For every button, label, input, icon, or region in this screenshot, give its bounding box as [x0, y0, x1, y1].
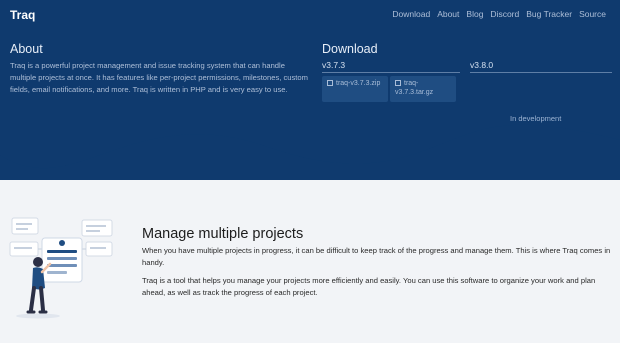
version-headers: v3.7.3 v3.8.0	[322, 60, 612, 73]
feature-section: Manage multiple projects When you have m…	[142, 226, 614, 305]
nav-link-about[interactable]: About	[437, 9, 459, 19]
nav-link-blog[interactable]: Blog	[466, 9, 483, 19]
download-zip-label: traq-v3.7.3.zip	[336, 80, 381, 87]
project-management-illustration	[9, 217, 113, 319]
feature-heading: Manage multiple projects	[142, 226, 304, 242]
download-zip-button[interactable]: traq-v3.7.3.zip	[322, 76, 388, 102]
nav-link-bug-tracker[interactable]: Bug Tracker	[526, 9, 572, 19]
nav-link-discord[interactable]: Discord	[490, 9, 519, 19]
stable-version-divider	[322, 72, 460, 73]
archive-file-icon	[395, 80, 401, 86]
brand-logo[interactable]: Traq	[10, 8, 35, 22]
stable-version-label: v3.7.3	[322, 60, 346, 70]
nav-link-download[interactable]: Download	[392, 9, 430, 19]
download-heading: Download	[322, 42, 378, 56]
feature-paragraph: When you have multiple projects in progr…	[142, 246, 611, 267]
nav-link-source[interactable]: Source	[579, 9, 606, 19]
download-targz-button[interactable]: traq-v3.7.3.tar.gz	[390, 76, 456, 102]
upcoming-version-label: v3.8.0	[470, 60, 494, 70]
top-navigation: Traq Download About Blog Discord Bug Tra…	[0, 0, 620, 30]
about-section: About Traq is a powerful project managem…	[10, 42, 310, 96]
main-nav: Download About Blog Discord Bug Tracker …	[392, 9, 606, 19]
upcoming-version-divider	[470, 72, 612, 73]
about-heading: About	[10, 42, 43, 56]
download-section: Download v3.7.3 v3.8.0 traq-v3.7.3.zip t…	[322, 42, 612, 123]
feature-paragraph: Traq is a tool that helps you manage you…	[142, 276, 596, 297]
in-development-status: In development	[510, 114, 562, 123]
download-files: traq-v3.7.3.zip traq-v3.7.3.tar.gz In de…	[322, 76, 612, 123]
archive-file-icon	[327, 80, 333, 86]
about-text: Traq is a powerful project management an…	[10, 61, 308, 94]
